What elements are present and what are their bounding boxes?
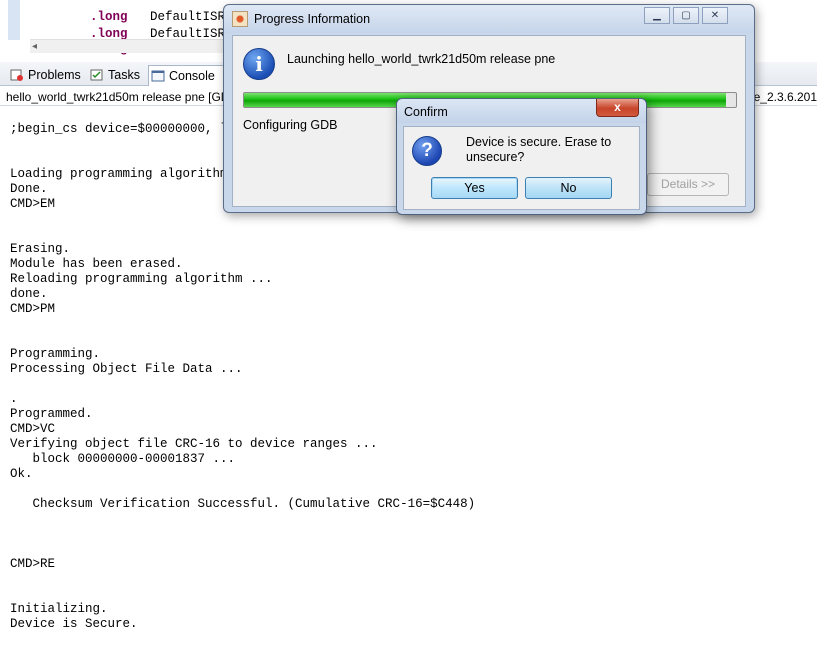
close-button[interactable]: x — [596, 99, 639, 117]
tab-tasks[interactable]: Tasks — [88, 65, 146, 85]
tab-problems[interactable]: Problems — [8, 65, 87, 85]
question-icon: ? — [412, 136, 442, 166]
scroll-left-icon[interactable]: ◂ — [32, 41, 37, 52]
console-line: Erasing. — [10, 242, 71, 256]
console-line: done. — [10, 287, 48, 301]
info-icon: i — [243, 48, 275, 80]
confirm-dialog: Confirm x ? Device is secure. Erase to u… — [396, 98, 647, 215]
problems-icon — [10, 69, 23, 81]
app-icon — [232, 11, 248, 27]
console-line: Verifying object file CRC-16 to device r… — [10, 437, 378, 451]
console-line: ;begin_cs device=$00000000, len — [10, 122, 243, 136]
confirm-message: Device is secure. Erase to unsecure? — [466, 135, 612, 164]
maximize-button[interactable]: ▢ — [673, 7, 699, 24]
console-line: block 00000000-00001837 ... — [10, 452, 236, 466]
console-line: Device is Secure. — [10, 617, 138, 631]
console-line: CMD>EM — [10, 197, 56, 211]
console-line: Loading programming algorithm — [10, 167, 228, 181]
dialog-body: ? Device is secure. Erase to unsecure? Y… — [403, 126, 640, 210]
minimize-button[interactable]: ▁ — [644, 7, 670, 24]
dialog-title-bar[interactable]: Progress Information ▁ ▢ ✕ — [224, 5, 754, 33]
progress-message: Launching hello_world_twrk21d50m release… — [287, 52, 556, 66]
console-line: Processing Object File Data ... — [10, 362, 243, 376]
console-line: Programming. — [10, 347, 101, 361]
details-button[interactable]: Details >> — [647, 173, 729, 196]
console-line: Reloading programming algorithm ... — [10, 272, 273, 286]
tasks-icon — [90, 69, 103, 81]
console-line: Module has been erased. — [10, 257, 183, 271]
tab-label: Console — [169, 69, 215, 83]
console-icon — [151, 70, 165, 82]
console-line: . — [10, 392, 18, 406]
dialog-title: Progress Information — [254, 12, 371, 26]
no-button[interactable]: No — [525, 177, 612, 199]
console-line: CMD>VC — [10, 422, 56, 436]
dialog-title: Confirm — [404, 105, 448, 119]
yes-button[interactable]: Yes — [431, 177, 518, 199]
close-button[interactable]: ✕ — [702, 7, 728, 24]
editor-horizontal-scrollbar[interactable]: ◂ — [30, 39, 230, 53]
console-line: CMD>PM — [10, 302, 56, 316]
tab-label: Problems — [28, 68, 81, 82]
editor-gutter — [8, 0, 20, 40]
console-line: Done. — [10, 182, 48, 196]
progress-status: Configuring GDB — [243, 118, 338, 132]
dialog-title-bar[interactable]: Confirm x — [397, 99, 646, 123]
console-line: Checksum Verification Successful. (Cumul… — [10, 497, 476, 511]
console-line: Initializing. — [10, 602, 108, 616]
console-title: hello_world_twrk21d50m release pne [GD — [6, 90, 230, 104]
console-line: Programmed. — [10, 407, 93, 421]
console-line: CMD>RE — [10, 557, 56, 571]
console-line: Ok. — [10, 467, 33, 481]
console-title-suffix: ne_2.3.6.201 — [746, 90, 817, 104]
tab-label: Tasks — [108, 68, 140, 82]
